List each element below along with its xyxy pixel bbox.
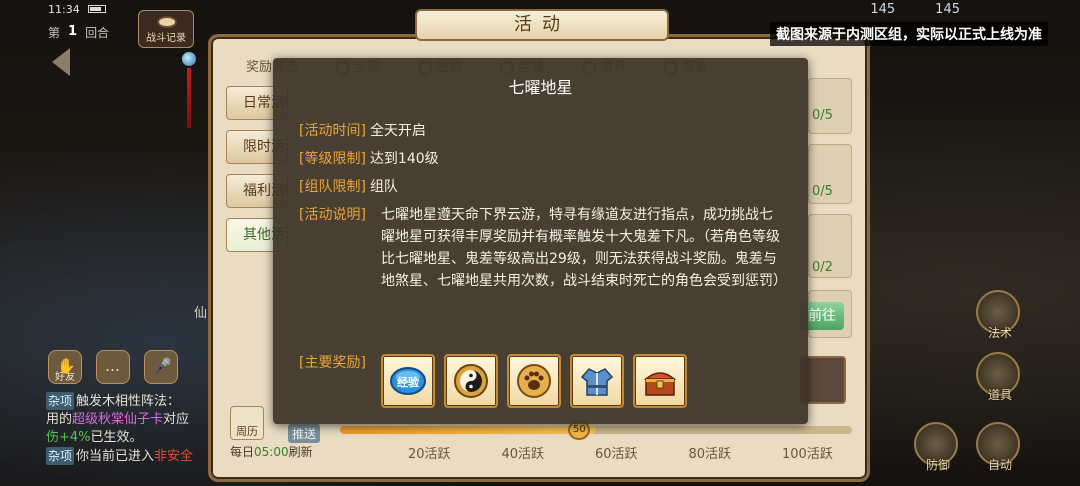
- reward-chest[interactable]: [633, 354, 687, 408]
- chat-line: 杂项 触发木相性阵法：: [46, 392, 216, 411]
- battery-icon: [87, 5, 106, 13]
- eye-icon: [157, 16, 177, 28]
- battle-record-button[interactable]: 战斗记录: [138, 10, 194, 48]
- refresh-time: 05:00: [254, 445, 289, 459]
- microphone-icon: 🎤: [153, 357, 172, 375]
- auto-icon[interactable]: 自动: [976, 422, 1020, 472]
- chat-warning: 非安全: [154, 449, 194, 464]
- milestone-label[interactable]: 80活跃: [689, 443, 732, 462]
- chat-text: 你当前已进入: [76, 449, 155, 464]
- shield-icon[interactable]: 防御: [914, 422, 958, 472]
- chat-highlight: 伤+4%: [46, 430, 91, 445]
- team-limit-value: 组队: [369, 179, 398, 195]
- daily-refresh-info: 每日05:00刷新: [230, 443, 313, 460]
- chat-bubble-icon: …: [105, 357, 120, 375]
- chat-button[interactable]: …: [96, 350, 130, 384]
- milestone-label[interactable]: 60活跃: [595, 443, 638, 462]
- orb-icon: [182, 52, 196, 66]
- exp-text: 经验: [397, 375, 420, 389]
- round-suffix: 回合: [85, 26, 110, 40]
- watermark-banner: 截图来源于内测区组，实际以正式上线为准: [770, 22, 1048, 46]
- activity-progress-fill: [340, 426, 596, 434]
- chat-line: 伤+4%已生效。: [46, 429, 216, 447]
- level-limit-label: [等级限制]: [299, 151, 366, 167]
- activity-progress-bar: [340, 426, 852, 434]
- activity-time-value: 全天开启: [369, 123, 426, 139]
- reward-robe[interactable]: [570, 354, 624, 408]
- battle-record-label: 战斗记录: [146, 33, 186, 44]
- action-label: 道具: [987, 388, 1012, 402]
- side-label: 仙: [194, 306, 208, 321]
- chat-tag: 杂项: [46, 447, 75, 465]
- reward-paw[interactable]: [507, 354, 561, 408]
- activity-count: 0/5: [812, 184, 833, 199]
- stat-value: 145: [935, 2, 960, 17]
- round-prefix: 第: [48, 26, 61, 40]
- friends-button[interactable]: ✋ 好友: [48, 350, 82, 384]
- team-limit-label: [组队限制]: [299, 179, 366, 195]
- refresh-suffix: 刷新: [288, 445, 313, 459]
- reward-exp[interactable]: 经验: [381, 354, 435, 408]
- clock-text: 11:34: [48, 2, 80, 16]
- treasure-chest-icon: [643, 372, 677, 396]
- reward-taiji[interactable]: [444, 354, 498, 408]
- chat-text: 用的: [46, 412, 73, 427]
- activity-detail-popup: 七曜地星 [活动时间] 全天开启 [等级限制] 达到140级 [组队限制] 组队…: [273, 58, 808, 424]
- chat-text: 对应: [163, 412, 190, 427]
- level-limit-value: 达到140级: [369, 151, 439, 167]
- robe-icon: [580, 368, 614, 396]
- jade-pendant-decoration: [182, 52, 196, 130]
- main-rewards-list: 经验: [381, 354, 687, 408]
- chat-line: 用的超级秋棠仙子卡对应: [46, 411, 216, 429]
- handshake-icon: ✋: [57, 357, 76, 375]
- chat-line: 杂项 你当前已进入非安全: [46, 447, 216, 466]
- activity-milestones: 20活跃 40活跃 60活跃 80活跃 100活跃: [408, 443, 833, 462]
- exp-icon: 经验: [390, 367, 426, 395]
- calendar-label: 周历: [236, 425, 258, 438]
- round-number: 1: [68, 24, 78, 39]
- activity-time-row: [活动时间] 全天开启: [299, 120, 426, 142]
- refresh-prefix: 每日: [230, 445, 255, 459]
- bag-icon[interactable]: 道具: [976, 352, 1020, 402]
- push-button[interactable]: 推送: [288, 424, 321, 443]
- chat-text: 触发木相性阵法：: [76, 394, 181, 409]
- action-label: 法术: [987, 326, 1012, 340]
- level-limit-row: [等级限制] 达到140级: [299, 148, 439, 170]
- activity-count: 0/2: [812, 260, 833, 275]
- activity-count: 0/5: [812, 108, 833, 123]
- team-limit-row: [组队限制] 组队: [299, 176, 398, 198]
- milestone-label[interactable]: 100活跃: [782, 443, 833, 462]
- taiji-icon: [454, 364, 488, 398]
- activity-time-label: [活动时间]: [299, 123, 366, 139]
- description-label: [活动说明]: [299, 207, 366, 223]
- paw-print-icon: [517, 364, 551, 398]
- milestone-label[interactable]: 40活跃: [502, 443, 545, 462]
- stat-value: 145: [870, 2, 896, 17]
- description-row: [活动说明]: [299, 204, 366, 226]
- top-stats: 145 145: [870, 2, 960, 17]
- chat-log[interactable]: 杂项 触发木相性阵法： 用的超级秋棠仙子卡对应 伤+4%已生效。 杂项 你当前已进入…: [46, 392, 216, 466]
- action-label: 自动: [987, 458, 1012, 472]
- chat-item-link[interactable]: 超级秋棠仙子卡: [72, 412, 163, 427]
- description-text: 七曜地星遵天命下界云游，特寻有缘道友进行指点，成功挑战七曜地星可获得丰厚奖励并有…: [381, 207, 787, 289]
- tassel-icon: [187, 68, 191, 128]
- chat-buttons: ✋ 好友 … 🎤: [48, 350, 178, 384]
- bagua-icon[interactable]: 法术: [976, 290, 1020, 340]
- weekly-calendar-button[interactable]: 周历: [230, 406, 264, 440]
- popup-title: 七曜地星: [508, 78, 573, 97]
- chat-text: 已生效。: [90, 430, 143, 445]
- activity-card[interactable]: [808, 78, 852, 134]
- action-label: 防御: [925, 458, 950, 472]
- main-rewards-label: [主要奖励]: [299, 355, 366, 371]
- milestone-label[interactable]: 20活跃: [408, 443, 451, 462]
- round-counter: 第 1 回合: [48, 24, 109, 41]
- panel-title: 活动: [415, 9, 669, 41]
- chat-tag: 杂项: [46, 392, 75, 410]
- back-arrow-icon[interactable]: [52, 48, 70, 76]
- voice-button[interactable]: 🎤: [144, 350, 178, 384]
